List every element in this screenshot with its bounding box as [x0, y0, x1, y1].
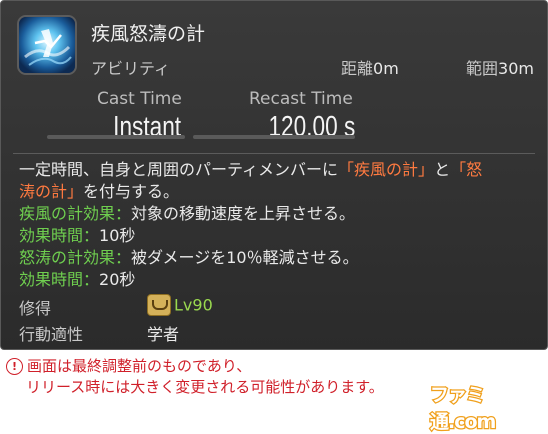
- job-label: 行動適性: [19, 325, 84, 344]
- radius-label: 範囲: [466, 59, 499, 78]
- level-value: Lv90: [174, 295, 213, 315]
- status-highlight: 「怒: [450, 160, 483, 179]
- famitsu-logo: ファミ通.com: [429, 383, 498, 434]
- cast-time-bar: [47, 135, 185, 139]
- acquired-label: 修得: [19, 299, 52, 318]
- effect-line: 疾風の計効果：対象の移動速度を上昇させる。: [19, 204, 356, 223]
- effect-line: 怒涛の計効果：被ダメージを10％軽減させる。: [19, 248, 359, 267]
- recast-time-value: 120.00 s: [268, 111, 355, 143]
- status-highlight: 「疾風の計」: [338, 160, 435, 179]
- scholar-job-icon: [147, 294, 171, 316]
- action-type: アビリティ: [91, 59, 171, 78]
- action-icon: [17, 15, 77, 75]
- cast-time-label: Cast Time: [97, 89, 182, 109]
- duration-line: 効果時間：10秒: [19, 226, 136, 245]
- distance-stat: 距離0m: [341, 55, 399, 79]
- status-highlight: 涛の計」: [19, 182, 84, 201]
- acquired-value: Lv90: [147, 294, 213, 317]
- notice-line: リリース時には大きく変更される可能性があります。: [26, 378, 384, 396]
- duration-label: 効果時間：: [19, 226, 100, 245]
- disclaimer-notice: ! 画面は最終調整前のものであり、 リリース時には大きく変更される可能性があります…: [6, 356, 384, 398]
- action-name: 疾風怒濤の計: [91, 23, 206, 45]
- effect-label: 疾風の計効果：: [19, 204, 132, 223]
- action-tooltip: 疾風怒濤の計 アビリティ 距離0m 範囲30m Cast Time Recast…: [0, 0, 548, 350]
- warning-icon: !: [6, 358, 23, 375]
- job-value: 学者: [147, 325, 180, 344]
- distance-value: 0m: [373, 59, 399, 78]
- recast-time-label: Recast Time: [249, 89, 353, 109]
- radius-stat: 範囲30m: [466, 55, 534, 79]
- tooltip-divider: [13, 153, 535, 154]
- recast-time-bar: [193, 135, 355, 139]
- cast-time-value: Instant: [113, 111, 181, 143]
- description-line: 一定時間、自身と周囲のパーティメンバーに「疾風の計」と「怒: [19, 160, 483, 179]
- distance-label: 距離: [341, 59, 374, 78]
- action-description: 一定時間、自身と周囲のパーティメンバーに「疾風の計」と「怒 涛の計」を付与する。…: [19, 159, 535, 291]
- duration-label: 効果時間：: [19, 270, 100, 289]
- duration-line: 効果時間：20秒: [19, 270, 136, 289]
- radius-value: 30m: [498, 59, 534, 78]
- notice-line: 画面は最終調整前のものであり、: [27, 357, 252, 375]
- effect-label: 怒涛の計効果：: [19, 248, 132, 267]
- description-line: 涛の計」を付与する。: [19, 182, 180, 201]
